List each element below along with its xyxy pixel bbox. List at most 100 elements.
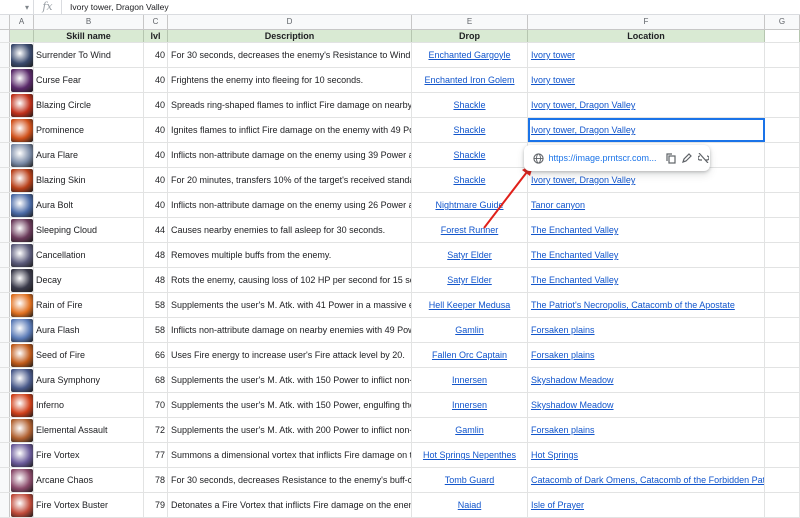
skill-name-cell[interactable]: Fire Vortex Buster <box>34 493 144 517</box>
location-link[interactable]: Skyshadow Meadow <box>531 375 614 385</box>
column-header-g[interactable]: G <box>765 15 800 29</box>
skill-name-cell[interactable]: Aura Bolt <box>34 193 144 217</box>
row-header[interactable] <box>0 218 10 242</box>
drop-cell[interactable]: Gamlin <box>412 318 528 342</box>
lvl-cell[interactable]: 40 <box>144 168 168 192</box>
skill-name-cell[interactable]: Elemental Assault <box>34 418 144 442</box>
row-header[interactable] <box>0 393 10 417</box>
row-header[interactable] <box>0 418 10 442</box>
empty-cell[interactable] <box>765 68 800 92</box>
drop-link[interactable]: Gamlin <box>455 325 484 335</box>
skill-name-cell[interactable]: Fire Vortex <box>34 443 144 467</box>
row-header[interactable] <box>0 68 10 92</box>
link-preview-url[interactable]: https://image.prntscr.com... <box>548 153 656 163</box>
location-link[interactable]: Tanor canyon <box>531 200 585 210</box>
skill-name-cell[interactable]: Prominence <box>34 118 144 142</box>
location-link[interactable]: Forsaken plains <box>531 350 595 360</box>
lvl-cell[interactable]: 40 <box>144 143 168 167</box>
drop-link[interactable]: Hell Keeper Medusa <box>429 300 511 310</box>
location-link[interactable]: Ivory tower <box>531 50 575 60</box>
drop-link[interactable]: Shackle <box>453 175 485 185</box>
drop-cell[interactable]: Enchanted Gargoyle <box>412 43 528 67</box>
location-cell[interactable]: Ivory tower <box>528 43 765 67</box>
drop-cell[interactable]: Innersen <box>412 393 528 417</box>
lvl-cell[interactable]: 72 <box>144 418 168 442</box>
drop-link[interactable]: Innersen <box>452 375 487 385</box>
description-cell[interactable]: Supplements the user's M. Atk. with 150 … <box>168 368 412 392</box>
empty-cell[interactable] <box>765 443 800 467</box>
skill-name-cell[interactable]: Inferno <box>34 393 144 417</box>
unlink-icon[interactable] <box>698 150 710 166</box>
lvl-cell[interactable]: 58 <box>144 318 168 342</box>
skill-name-cell[interactable]: Blazing Skin <box>34 168 144 192</box>
drop-cell[interactable]: Satyr Elder <box>412 243 528 267</box>
row-header[interactable] <box>0 118 10 142</box>
row-header[interactable] <box>0 368 10 392</box>
location-link[interactable]: Catacomb of Dark Omens, Catacomb of the … <box>531 475 764 485</box>
location-link[interactable]: Ivory tower, Dragon Valley <box>531 175 635 185</box>
empty-cell[interactable] <box>765 93 800 117</box>
lvl-cell[interactable]: 68 <box>144 368 168 392</box>
skill-name-cell[interactable]: Decay <box>34 268 144 292</box>
drop-cell[interactable]: Shackle <box>412 118 528 142</box>
drop-cell[interactable]: Satyr Elder <box>412 268 528 292</box>
header-skill-name[interactable]: Skill name <box>34 30 144 42</box>
lvl-cell[interactable]: 77 <box>144 443 168 467</box>
column-header-b[interactable]: B <box>34 15 144 29</box>
skill-name-cell[interactable]: Curse Fear <box>34 68 144 92</box>
location-link[interactable]: Ivory tower, Dragon Valley <box>531 100 635 110</box>
location-cell[interactable]: Hot Springs <box>528 443 765 467</box>
location-cell[interactable]: Ivory tower, Dragon Valley <box>528 168 765 192</box>
location-link[interactable]: The Patriot's Necropolis, Catacomb of th… <box>531 300 735 310</box>
empty-cell[interactable] <box>765 243 800 267</box>
name-box[interactable]: ▾ <box>0 0 34 14</box>
lvl-cell[interactable]: 48 <box>144 268 168 292</box>
empty-cell[interactable] <box>765 143 800 167</box>
description-cell[interactable]: Inflicts non-attribute damage on the ene… <box>168 193 412 217</box>
lvl-cell[interactable]: 44 <box>144 218 168 242</box>
row-header[interactable] <box>0 243 10 267</box>
location-cell[interactable]: The Patriot's Necropolis, Catacomb of th… <box>528 293 765 317</box>
empty-cell[interactable] <box>765 493 800 517</box>
drop-link[interactable]: Shackle <box>453 150 485 160</box>
location-cell[interactable]: Ivory tower <box>528 68 765 92</box>
location-cell[interactable]: The Enchanted Valley <box>528 268 765 292</box>
empty-cell[interactable] <box>765 468 800 492</box>
lvl-cell[interactable]: 58 <box>144 293 168 317</box>
empty-cell[interactable] <box>765 343 800 367</box>
empty-cell[interactable] <box>765 168 800 192</box>
column-header-c[interactable]: C <box>144 15 168 29</box>
drop-link[interactable]: Nightmare Guide <box>435 200 503 210</box>
drop-link[interactable]: Satyr Elder <box>447 275 492 285</box>
description-cell[interactable]: Spreads ring-shaped flames to inflict Fi… <box>168 93 412 117</box>
location-cell[interactable]: The Enchanted Valley <box>528 218 765 242</box>
lvl-cell[interactable]: 79 <box>144 493 168 517</box>
row-header[interactable] <box>0 468 10 492</box>
lvl-cell[interactable]: 40 <box>144 193 168 217</box>
description-cell[interactable]: Detonates a Fire Vortex that inflicts Fi… <box>168 493 412 517</box>
location-link[interactable]: Forsaken plains <box>531 425 595 435</box>
drop-cell[interactable]: Hell Keeper Medusa <box>412 293 528 317</box>
skill-name-cell[interactable]: Arcane Chaos <box>34 468 144 492</box>
column-header-d[interactable]: D <box>168 15 412 29</box>
drop-link[interactable]: Enchanted Iron Golem <box>424 75 514 85</box>
row-header[interactable] <box>0 268 10 292</box>
formula-input[interactable]: Ivory tower, Dragon Valley <box>62 2 169 12</box>
skill-name-cell[interactable]: Aura Flare <box>34 143 144 167</box>
skill-name-cell[interactable]: Surrender To Wind <box>34 43 144 67</box>
empty-cell[interactable] <box>765 218 800 242</box>
location-cell[interactable]: Isle of Prayer <box>528 493 765 517</box>
empty-cell[interactable] <box>765 368 800 392</box>
drop-link[interactable]: Fallen Orc Captain <box>432 350 507 360</box>
lvl-cell[interactable]: 40 <box>144 68 168 92</box>
description-cell[interactable]: Frightens the enemy into fleeing for 10 … <box>168 68 412 92</box>
description-cell[interactable]: For 30 seconds, decreases the enemy's Re… <box>168 43 412 67</box>
drop-cell[interactable]: Gamlin <box>412 418 528 442</box>
row-header[interactable] <box>0 293 10 317</box>
lvl-cell[interactable]: 40 <box>144 118 168 142</box>
description-cell[interactable]: Ignites flames to inflict Fire damage on… <box>168 118 412 142</box>
location-link[interactable]: Skyshadow Meadow <box>531 400 614 410</box>
drop-cell[interactable]: Nightmare Guide <box>412 193 528 217</box>
column-header-a[interactable]: A <box>10 15 34 29</box>
drop-cell[interactable]: Hot Springs Nepenthes <box>412 443 528 467</box>
